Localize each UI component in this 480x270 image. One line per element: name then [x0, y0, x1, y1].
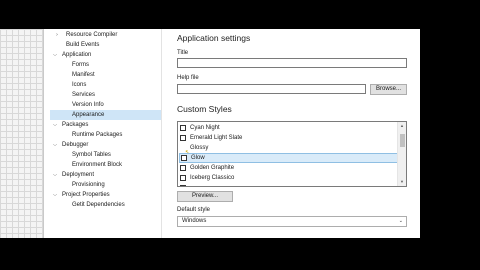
tree-item-packages[interactable]: ⌵ Packages — [44, 120, 161, 130]
tree-item-runtime-packages[interactable]: Runtime Packages — [72, 130, 161, 140]
tree-item-label: Getit Dependencies — [72, 202, 125, 208]
help-file-input[interactable] — [177, 84, 366, 94]
tree-item-label: Packages — [62, 122, 89, 128]
style-item-partial[interactable] — [179, 183, 398, 186]
scroll-thumb[interactable] — [400, 134, 405, 147]
style-checkbox[interactable] — [180, 185, 186, 186]
styles-scrollbar[interactable]: ▲ ▼ — [397, 122, 406, 186]
browse-button[interactable]: Browse... — [370, 84, 407, 95]
tree-item-services[interactable]: Services — [72, 90, 161, 100]
tree-item-debugger[interactable]: ⌵ Debugger — [44, 140, 161, 150]
collapse-icon[interactable]: ⌵ — [52, 120, 58, 130]
default-style-select[interactable]: Windows ⌄ — [177, 216, 407, 227]
tree-item-label: Environment Block — [72, 162, 123, 168]
custom-styles-heading: Custom Styles — [177, 104, 232, 114]
tree-item-provisioning[interactable]: Provisioning — [72, 180, 161, 190]
custom-styles-list[interactable]: Cyan Night Emerald Light Slate Glossy ↖ … — [177, 121, 407, 187]
collapse-icon[interactable]: ⌵ — [52, 50, 58, 60]
tree-item-environment-block[interactable]: Environment Block — [72, 160, 161, 170]
scroll-down-icon[interactable]: ▼ — [398, 178, 406, 186]
tree-item-label: Debugger — [62, 142, 89, 148]
tree-item-label: Resource Compiler — [66, 32, 118, 38]
tree-item-label: Application — [62, 52, 92, 58]
tree-item-version-info[interactable]: Version Info — [72, 100, 161, 110]
collapse-icon[interactable]: ⌵ — [52, 140, 58, 150]
style-checkbox[interactable] — [180, 165, 186, 171]
title-input[interactable] — [177, 58, 407, 68]
tree-item-icons[interactable]: Icons — [72, 80, 161, 90]
letterbox-bottom — [0, 238, 480, 270]
style-item-cyan-night[interactable]: Cyan Night — [179, 123, 398, 133]
tree-item-manifest[interactable]: Manifest — [72, 70, 161, 80]
tree-item-appearance[interactable]: Appearance — [50, 110, 161, 120]
chevron-down-icon: ⌄ — [398, 218, 403, 224]
tree-item-label: Version Info — [72, 102, 104, 108]
form-designer-grid — [0, 29, 44, 238]
style-checkbox[interactable] — [181, 155, 187, 161]
tree-item-label: Services — [72, 92, 96, 98]
tree-item-project-properties[interactable]: ⌵ Project Properties — [44, 190, 161, 200]
application-settings-heading: Application settings — [177, 33, 251, 43]
tree-item-label: Forms — [72, 62, 89, 68]
tree-item-build-events[interactable]: Build Events — [66, 40, 161, 50]
tree-item-label: Deployment — [62, 172, 95, 178]
help-file-label: Help file — [177, 75, 199, 81]
project-options-window: › Resource Compiler Build Events ⌵ Appli… — [0, 29, 420, 238]
tree-item-label: Symbol Tables — [72, 152, 111, 158]
style-item-emerald-light-slate[interactable]: Emerald Light Slate — [179, 133, 398, 143]
style-checkbox[interactable] — [180, 125, 186, 131]
style-item-golden-graphite[interactable]: Golden Graphite — [179, 163, 398, 173]
tree-item-symbol-tables[interactable]: Symbol Tables — [72, 150, 161, 160]
style-checkbox[interactable] — [180, 175, 186, 181]
tree-item-label: Icons — [72, 82, 87, 88]
title-label: Title — [177, 50, 189, 56]
tree-item-forms[interactable]: Forms — [72, 60, 161, 70]
style-item-glossy[interactable]: Glossy ↖ — [179, 143, 398, 156]
tree-item-label: Build Events — [66, 42, 100, 48]
collapse-icon[interactable]: ⌵ — [52, 170, 58, 180]
tree-item-label: Runtime Packages — [72, 132, 123, 138]
options-tree[interactable]: › Resource Compiler Build Events ⌵ Appli… — [44, 29, 162, 238]
tree-item-label: Provisioning — [72, 182, 105, 188]
style-checkbox[interactable] — [180, 135, 186, 141]
default-style-label: Default style — [177, 207, 211, 213]
tree-item-label: Appearance — [72, 112, 105, 118]
tree-item-resource-compiler[interactable]: › Resource Compiler — [56, 30, 161, 40]
tree-item-application[interactable]: ⌵ Application — [44, 50, 161, 60]
preview-button[interactable]: Preview... — [177, 191, 233, 202]
scroll-up-icon[interactable]: ▲ — [398, 122, 406, 130]
tree-item-label: Manifest — [72, 72, 95, 78]
style-item-glow[interactable]: Glow — [179, 153, 398, 163]
appearance-settings-panel: Application settings Title Help file Bro… — [162, 29, 420, 238]
letterbox-top — [0, 0, 480, 29]
tree-item-deployment[interactable]: ⌵ Deployment — [44, 170, 161, 180]
tree-item-label: Project Properties — [62, 192, 110, 198]
collapse-icon[interactable]: ⌵ — [52, 190, 58, 200]
expand-icon[interactable]: › — [54, 30, 60, 40]
style-item-iceberg-classico[interactable]: Iceberg Classico — [179, 173, 398, 183]
tree-item-getit-dependencies[interactable]: Getit Dependencies — [72, 200, 161, 210]
